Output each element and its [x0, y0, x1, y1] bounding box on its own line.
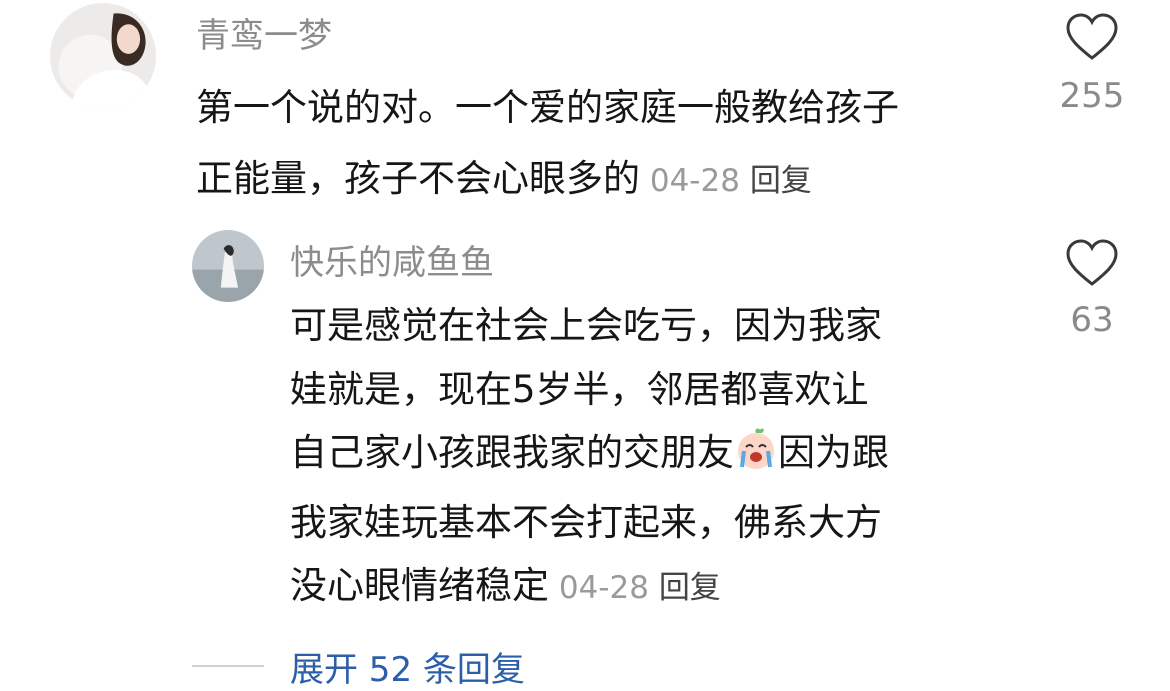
like-count: 63	[1070, 300, 1114, 340]
reply-date-value: 04-28	[558, 570, 649, 606]
avatar-image	[192, 230, 264, 302]
reply-text-line: 娃就是，现在5岁半，邻居都喜欢让	[290, 367, 869, 411]
comment-text-segment: 正能量，孩子不会心眼多的	[196, 157, 640, 200]
crying-face-emoji	[734, 427, 778, 491]
like-button[interactable]: 255	[1050, 12, 1134, 116]
reply-text-line: 可是感觉在社会上会吃亏，因为我家	[290, 304, 882, 347]
comment-username[interactable]: 青鸾一梦	[196, 8, 332, 57]
comment-text: 第一个说的对。一个爱的家庭一般教给孩子 正能量，孩子不会心眼多的 04-28 回…	[196, 72, 899, 217]
reply-text-line: 没心眼情绪稳定 04-28 回复	[290, 554, 889, 621]
reply-username[interactable]: 快乐的咸鱼鱼	[290, 235, 494, 284]
avatar[interactable]	[50, 3, 156, 109]
avatar-image	[50, 3, 156, 109]
comment-text-line: 正能量，孩子不会心眼多的 04-28 回复	[196, 143, 899, 217]
reply-text-segment: 因为跟	[778, 431, 889, 474]
reply-text-line: 我家娃玩基本不会打起来，佛系大方	[290, 500, 882, 544]
reply-text-segment: 没心眼情绪稳定	[290, 564, 549, 607]
comment-date: 04-28	[640, 163, 750, 199]
reply-button[interactable]: 回复	[659, 570, 721, 606]
reply-text: 可是感觉在社会上会吃亏，因为我家 娃就是，现在5岁半，邻居都喜欢让 自己家小孩跟…	[290, 294, 889, 621]
comment-text-line: 第一个说的对。一个爱的家庭一般教给孩子	[196, 86, 899, 129]
reply-text-segment: 自己家小孩跟我家的交朋友	[290, 431, 734, 474]
reply-text-line: 自己家小孩跟我家的交朋友 因为跟	[290, 421, 889, 491]
expand-replies-link[interactable]: 展开 52 条回复	[290, 642, 525, 691]
expand-replies-row[interactable]: 展开 52 条回复	[192, 646, 525, 690]
comment-date-value: 04-28	[649, 163, 740, 199]
heart-outline-icon	[1066, 239, 1118, 286]
divider	[192, 665, 264, 667]
reply-button[interactable]: 回复	[750, 163, 812, 199]
heart-outline-icon	[1066, 13, 1118, 60]
avatar[interactable]	[192, 230, 264, 302]
like-count: 255	[1059, 76, 1125, 116]
like-button[interactable]: 63	[1050, 238, 1134, 340]
reply-date: 04-28	[549, 570, 659, 606]
